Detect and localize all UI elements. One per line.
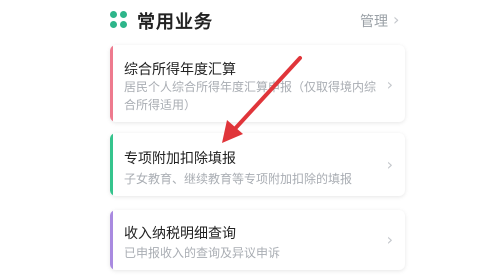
card-description: 居民个人综合所得年度汇算申报（仅取得境内综合所得适用） [124,80,377,112]
service-card-income-query[interactable]: 收入纳税明细查询 已申报收入的查询及异议申诉 › [110,210,405,270]
chevron-right-icon: › [386,155,393,174]
card-description: 已申报收入的查询及异议申诉 [124,246,281,260]
manage-link[interactable]: 管理 [360,11,388,31]
page: 常用业务 管理 › 综合所得年度汇算 居民个人综合所得年度汇算申报（仅取得境内综… [0,0,500,277]
card-description: 子女教育、继续教育等专项附加扣除的填报 [124,172,353,186]
card-title: 综合所得年度汇算 [124,62,236,78]
card-accent-bar [110,45,113,122]
section-title: 常用业务 [137,12,213,33]
chevron-right-icon[interactable]: › [393,10,399,29]
grid-icon [110,11,128,29]
service-card-annual-settlement[interactable]: 综合所得年度汇算 居民个人综合所得年度汇算申报（仅取得境内综合所得适用） › [110,45,405,122]
section-header: 常用业务 管理 › [0,0,500,40]
card-title: 专项附加扣除填报 [124,151,236,167]
chevron-right-icon: › [386,75,393,94]
service-card-special-deduction[interactable]: 专项附加扣除填报 子女教育、继续教育等专项附加扣除的填报 › [110,133,405,196]
chevron-right-icon: › [386,230,393,249]
card-accent-bar [110,210,113,270]
card-accent-bar [110,133,113,196]
card-title: 收入纳税明细查询 [124,226,236,242]
